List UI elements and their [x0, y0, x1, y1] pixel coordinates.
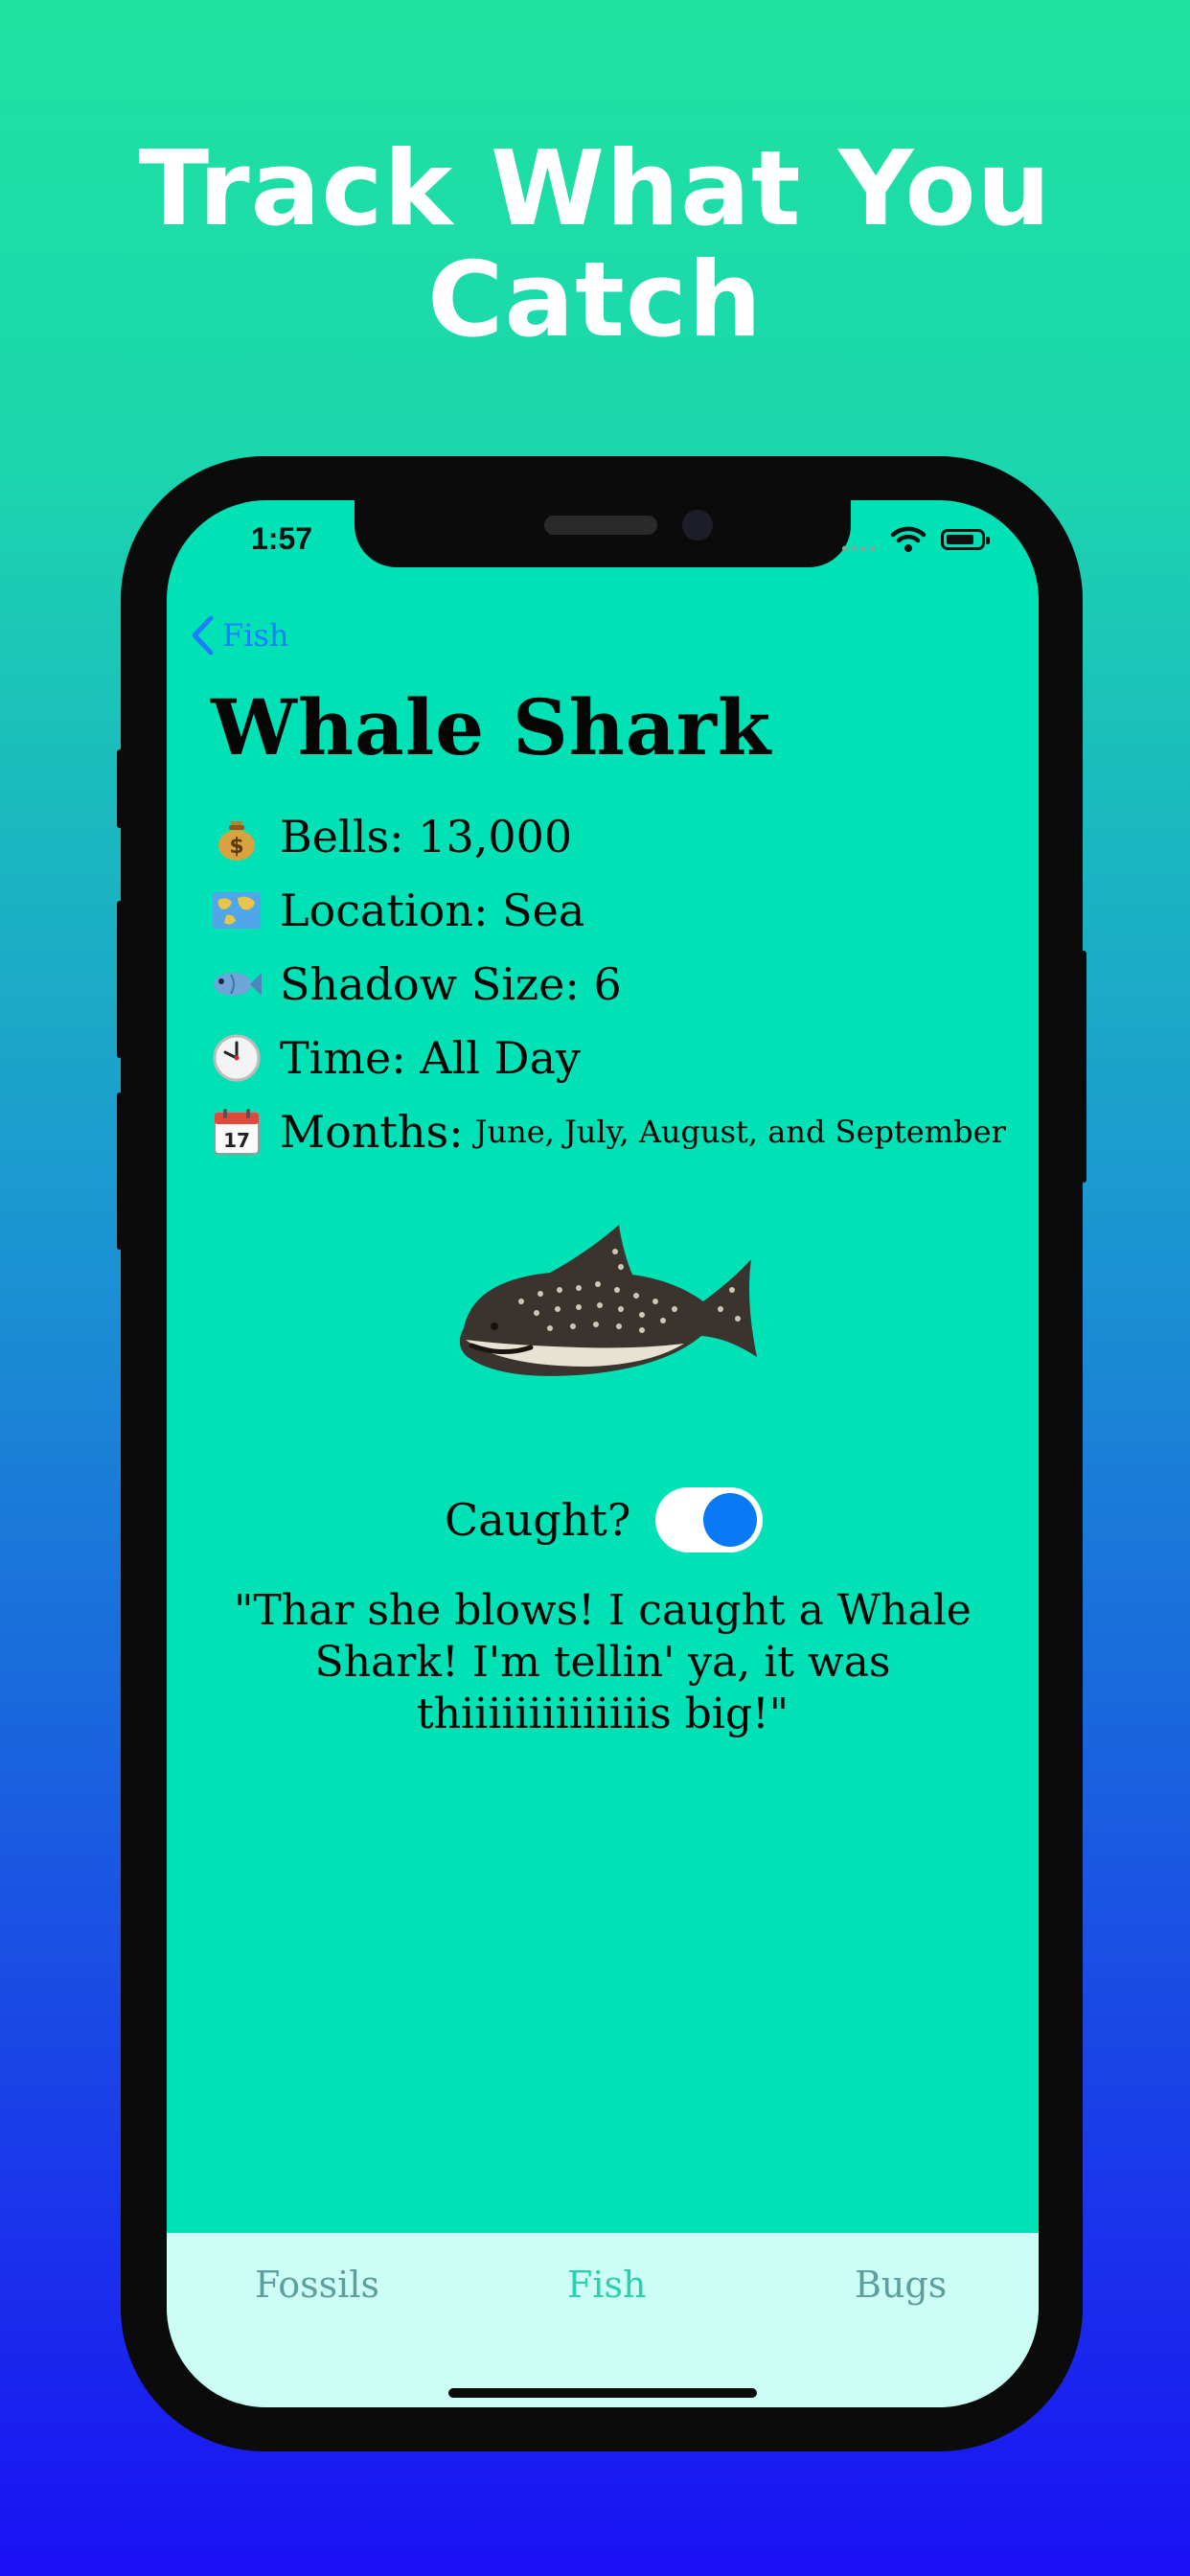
battery-icon — [941, 529, 990, 550]
promo-headline: Track What You Catch — [138, 129, 1052, 360]
fact-months: 17 Months: June, July, August, and Septem… — [209, 1094, 1006, 1168]
fact-label: Shadow Size: — [280, 957, 580, 1010]
home-indicator[interactable] — [448, 2388, 757, 2398]
chevron-left-icon — [192, 615, 214, 656]
volume-up-button — [117, 901, 123, 1058]
fact-value: All Day — [420, 1031, 581, 1084]
side-button — [1081, 951, 1087, 1183]
status-time: 1:57 — [251, 521, 313, 556]
mute-switch — [117, 749, 123, 828]
back-button[interactable]: Fish — [190, 613, 288, 657]
caught-toggle[interactable] — [655, 1487, 764, 1552]
world-map-icon — [209, 883, 264, 938]
clock-icon — [209, 1030, 264, 1086]
whale-shark-image — [459, 1225, 757, 1376]
fact-label: Months: — [280, 1105, 464, 1158]
fact-value: 6 — [593, 957, 622, 1010]
phone-frame: 1:57 •••• Fish Whale Shark $ Bells: 13,0… — [117, 456, 1087, 2451]
notch — [355, 500, 851, 567]
back-label: Fish — [222, 617, 289, 654]
front-camera — [682, 510, 713, 540]
speaker — [544, 516, 657, 535]
app-screen: 1:57 •••• Fish Whale Shark $ Bells: 13,0… — [167, 500, 1039, 2407]
fact-bells: $ Bells: 13,000 — [209, 799, 1006, 873]
fact-label: Time: — [280, 1031, 406, 1084]
tab-fossils[interactable]: Fossils — [255, 2264, 379, 2306]
fact-value: Sea — [502, 884, 585, 936]
svg-text:17: 17 — [223, 1129, 250, 1152]
svg-text:$: $ — [229, 835, 243, 859]
fact-location: Location: Sea — [209, 873, 1006, 947]
fact-time: Time: All Day — [209, 1021, 1006, 1094]
caught-label: Caught? — [445, 1494, 631, 1546]
cellular-signal-icon: •••• — [841, 537, 879, 561]
catch-quote: "Thar she blows! I caught a Whale Shark!… — [234, 1586, 972, 1738]
fish-icon — [209, 956, 264, 1012]
volume-down-button — [117, 1092, 123, 1250]
fact-value: 13,000 — [418, 810, 573, 862]
page-title: Whale Shark — [211, 682, 772, 772]
caught-row: Caught? — [445, 1487, 764, 1552]
tab-bar: Fossils Fish Bugs — [167, 2233, 1039, 2407]
fact-label: Bells: — [280, 810, 404, 862]
tab-bugs[interactable]: Bugs — [855, 2264, 947, 2306]
fact-label: Location: — [280, 884, 489, 936]
tab-fish[interactable]: Fish — [567, 2264, 647, 2306]
money-bag-icon: $ — [209, 809, 264, 864]
toggle-knob — [703, 1493, 758, 1547]
fact-shadow-size: Shadow Size: 6 — [209, 947, 1006, 1021]
calendar-icon: 17 — [209, 1104, 264, 1160]
wifi-icon — [890, 526, 927, 552]
fact-value: June, July, August, and September — [474, 1113, 1006, 1150]
fact-list: $ Bells: 13,000 Location: Sea Shadow Siz… — [209, 799, 1006, 1168]
